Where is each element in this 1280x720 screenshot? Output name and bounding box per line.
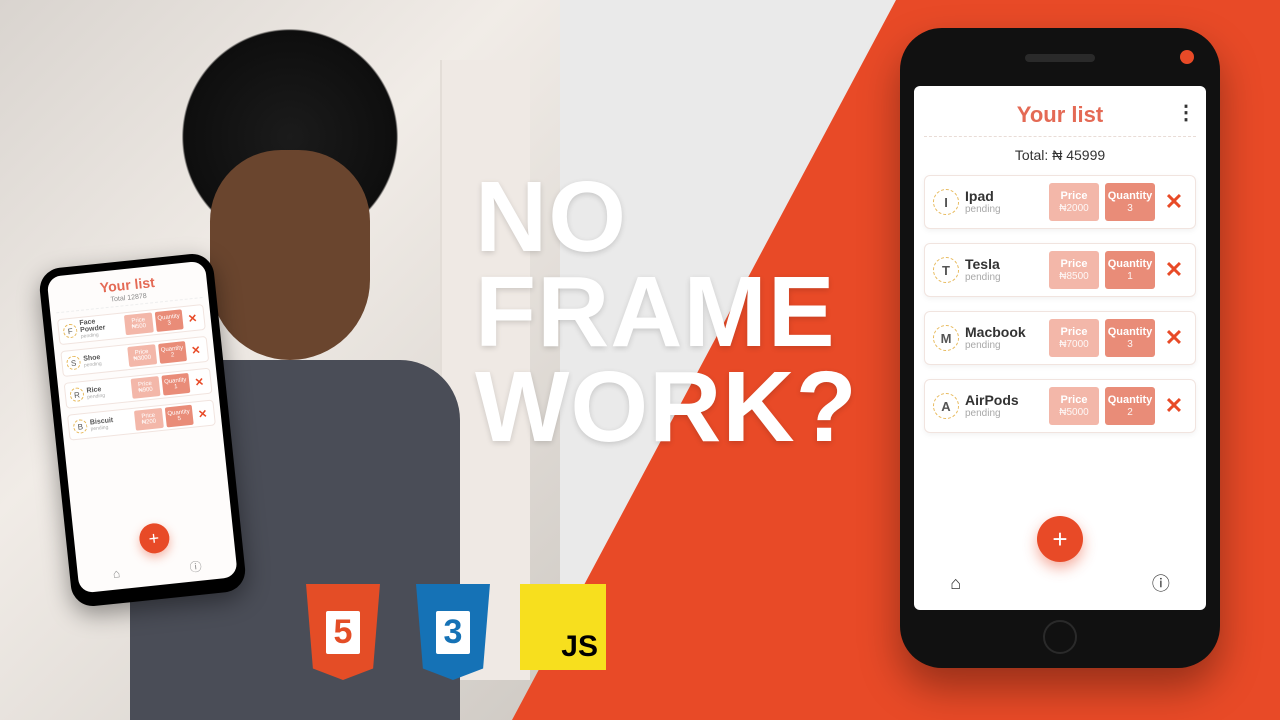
home-icon[interactable]: ⌂ <box>112 566 121 584</box>
quantity-cell: Quantity5 <box>164 405 193 428</box>
item-name: Shoepending <box>83 351 126 368</box>
app-title: Your list <box>924 102 1196 128</box>
small-add-button[interactable]: + <box>137 522 170 555</box>
total-label: Total: <box>1015 147 1048 163</box>
total-value: 45999 <box>1066 147 1105 163</box>
delete-icon[interactable]: ✕ <box>1161 189 1187 215</box>
item-status: pending <box>965 341 1043 351</box>
js-label: JS <box>561 630 598 664</box>
item-avatar: A <box>933 393 959 419</box>
list-item[interactable]: IIpadpendingPrice₦2000Quantity3✕ <box>924 175 1196 229</box>
item-status: pending <box>965 409 1043 419</box>
js-badge: JS <box>520 584 606 670</box>
item-name: Biscuitpending <box>90 415 133 432</box>
delete-icon[interactable]: ✕ <box>195 406 210 420</box>
quantity-cell: Quantity2 <box>158 341 187 364</box>
quantity-cell[interactable]: Quantity2 <box>1105 387 1155 424</box>
item-avatar: B <box>73 419 88 434</box>
list-item[interactable]: TTeslapendingPrice₦8500Quantity1✕ <box>924 243 1196 297</box>
list-item[interactable]: AAirPodspendingPrice₦5000Quantity2✕ <box>924 379 1196 433</box>
price-cell[interactable]: Price₦8500 <box>1049 251 1099 288</box>
item-list: IIpadpendingPrice₦2000Quantity3✕TTeslape… <box>924 175 1196 433</box>
item-avatar: S <box>66 355 81 370</box>
item-avatar: R <box>69 387 84 402</box>
list-item[interactable]: MMacbookpendingPrice₦7000Quantity3✕ <box>924 311 1196 365</box>
small-item-list: FFace PowderpendingPrice₦500Quantity3✕SS… <box>57 304 216 441</box>
info-icon[interactable]: ⓘ <box>1152 570 1170 596</box>
quantity-cell[interactable]: Quantity3 <box>1105 319 1155 356</box>
item-name: AirPodspending <box>965 393 1043 419</box>
delete-icon[interactable]: ✕ <box>192 375 207 389</box>
currency-symbol: ₦ <box>1052 147 1062 163</box>
html5-badge: 5 <box>300 584 386 680</box>
headline-line: WORK? <box>475 360 895 455</box>
item-avatar: I <box>933 189 959 215</box>
item-name: Teslapending <box>965 257 1043 283</box>
thumbnail-stage: NO FRAME WORK? 5 3 JS Your list Total 12… <box>0 0 1280 720</box>
price-cell: Price₦200 <box>134 408 163 431</box>
price-cell[interactable]: Price₦2000 <box>1049 183 1099 220</box>
price-cell[interactable]: Price₦7000 <box>1049 319 1099 356</box>
handheld-screen: Your list Total 12878 FFace Powderpendin… <box>47 261 238 594</box>
tech-badges: 5 3 JS <box>300 584 606 680</box>
price-cell: Price₦900 <box>131 376 160 399</box>
total-row: Total: ₦ 45999 <box>924 147 1196 163</box>
item-name: Ipadpending <box>965 189 1043 215</box>
item-name: Face Powderpending <box>79 316 123 340</box>
headline-line: FRAME <box>475 265 895 360</box>
css3-badge: 3 <box>410 584 496 680</box>
mockup-screen: ⋮ Your list Total: ₦ 45999 IIpadpendingP… <box>914 86 1206 610</box>
phone-camera <box>1180 50 1194 64</box>
quantity-cell[interactable]: Quantity3 <box>1105 183 1155 220</box>
headline-line: NO <box>475 170 895 265</box>
bottom-nav: ⌂ ⓘ <box>914 570 1206 596</box>
html5-label: 5 <box>326 611 361 654</box>
delete-icon[interactable]: ✕ <box>1161 257 1187 283</box>
phone-home-button[interactable] <box>1043 620 1077 654</box>
mockup-phone: ⋮ Your list Total: ₦ 45999 IIpadpendingP… <box>900 28 1220 668</box>
item-name: Macbookpending <box>965 325 1043 351</box>
item-status: pending <box>965 273 1043 283</box>
item-avatar: M <box>933 325 959 351</box>
title-divider <box>924 136 1196 137</box>
price-cell: Price₦3000 <box>127 344 156 367</box>
delete-icon[interactable]: ✕ <box>1161 393 1187 419</box>
kebab-menu-icon[interactable]: ⋮ <box>1176 100 1194 125</box>
price-cell[interactable]: Price₦5000 <box>1049 387 1099 424</box>
add-button[interactable]: + <box>1037 516 1083 562</box>
handheld-phone: Your list Total 12878 FFace Powderpendin… <box>38 252 248 608</box>
quantity-cell: Quantity3 <box>154 309 183 332</box>
delete-icon[interactable]: ✕ <box>188 343 203 357</box>
quantity-cell: Quantity1 <box>161 373 190 396</box>
item-avatar: F <box>63 323 78 338</box>
item-status: pending <box>965 205 1043 215</box>
css3-label: 3 <box>436 611 471 654</box>
home-icon[interactable]: ⌂ <box>950 573 961 594</box>
phone-speaker <box>1025 54 1095 62</box>
quantity-cell[interactable]: Quantity1 <box>1105 251 1155 288</box>
item-avatar: T <box>933 257 959 283</box>
price-cell: Price₦500 <box>124 312 153 335</box>
item-name: Ricepending <box>86 383 129 400</box>
small-bottom-nav: ⌂ ⓘ <box>77 554 237 588</box>
info-icon[interactable]: ⓘ <box>189 558 203 576</box>
delete-icon[interactable]: ✕ <box>1161 325 1187 351</box>
delete-icon[interactable]: ✕ <box>185 311 200 325</box>
headline: NO FRAME WORK? <box>475 170 895 455</box>
